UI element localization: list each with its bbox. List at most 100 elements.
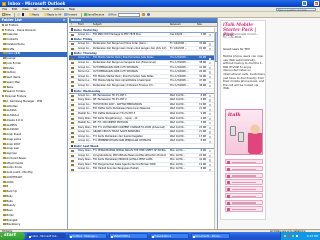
collapse-toggle-icon[interactable]: − bbox=[70, 52, 73, 55]
mail-row[interactable]: Group Co... FW: Hadiah Kuis dan Pengajuan… bbox=[69, 167, 215, 173]
taskbar-button[interactable]: Untitled - Message (... bbox=[68, 233, 107, 239]
flag-icon[interactable] bbox=[209, 159, 211, 162]
close-pane-icon[interactable]: × bbox=[63, 18, 66, 23]
mail-from: Group Co... bbox=[78, 139, 92, 143]
collapse-toggle-icon[interactable]: − bbox=[70, 89, 73, 92]
clock: 6:43 PM bbox=[306, 234, 318, 238]
mail-list-scrollbar[interactable] bbox=[214, 27, 217, 229]
tray-icon[interactable] bbox=[296, 234, 299, 237]
envelope-icon bbox=[71, 140, 74, 143]
forward-button[interactable]: Forward bbox=[63, 12, 78, 17]
flag-icon[interactable] bbox=[209, 150, 211, 153]
flag-icon[interactable] bbox=[209, 57, 211, 60]
folder-label: Sent Items bbox=[6, 76, 21, 80]
flag-icon[interactable] bbox=[209, 140, 211, 143]
envelope-icon bbox=[71, 43, 74, 46]
envelope-icon bbox=[71, 99, 74, 102]
flag-icon[interactable] bbox=[209, 71, 211, 74]
delete-button[interactable] bbox=[21, 12, 25, 17]
reply-all-button[interactable]: Reply to All bbox=[43, 12, 62, 17]
flag-icon[interactable] bbox=[209, 99, 211, 102]
tray-icon[interactable] bbox=[288, 234, 291, 237]
folder-pane: Folder List × All Folders Folders - Diana… bbox=[0, 18, 68, 229]
envelope-icon bbox=[71, 66, 74, 69]
promo-thumbnail bbox=[225, 192, 263, 199]
flag-icon[interactable] bbox=[209, 122, 211, 125]
envelope-icon bbox=[71, 57, 74, 60]
flag-icon[interactable] bbox=[209, 108, 211, 111]
address-search-input[interactable] bbox=[118, 13, 140, 17]
flag-icon[interactable] bbox=[209, 131, 211, 134]
flag-icon[interactable] bbox=[209, 66, 211, 69]
mail-size: 8 KB bbox=[200, 139, 206, 143]
mail-row[interactable]: Group Co... FW: PNR CHAT Package to PHP 7… bbox=[69, 33, 215, 38]
message-body-text: Mobile phone users can now use iTalk aut… bbox=[223, 54, 265, 91]
send-receive-button[interactable]: Send/Receive bbox=[83, 12, 105, 17]
mail-row[interactable]: Group Co... Perkenalan dari Pengurusan di… bbox=[69, 84, 215, 89]
flag-icon[interactable] bbox=[209, 33, 211, 36]
folder-pane-title: Folder List bbox=[1, 18, 22, 22]
collapse-toggle-icon[interactable]: − bbox=[70, 28, 73, 31]
mail-received: Wed 1/2/20... bbox=[170, 139, 186, 143]
folder-label: ALMPUS bbox=[6, 123, 17, 127]
tray-icon[interactable] bbox=[292, 234, 295, 237]
send-receive-label: Send/Receive bbox=[87, 13, 105, 17]
date-group-label: Date: Thursday bbox=[73, 51, 97, 56]
flag-icon[interactable] bbox=[209, 126, 211, 130]
flag-icon[interactable] bbox=[209, 62, 211, 65]
delete-icon bbox=[21, 12, 25, 16]
folder-label: ALASKA-2 bbox=[6, 114, 20, 118]
flag-icon[interactable] bbox=[209, 80, 211, 83]
flag-icon[interactable] bbox=[209, 94, 211, 97]
flag-icon[interactable] bbox=[209, 154, 211, 158]
new-label: New bbox=[5, 13, 11, 17]
flag-icon[interactable] bbox=[209, 43, 211, 46]
taskbar-button[interactable]: Presentation1 bbox=[150, 233, 189, 239]
collapse-toggle-icon[interactable]: − bbox=[70, 37, 73, 41]
mail-size: 38 KB bbox=[199, 83, 206, 87]
forward-label: Forward bbox=[67, 13, 78, 17]
folder-label: Junk E-mail bbox=[6, 61, 21, 65]
mail-from: Group Co... bbox=[78, 167, 92, 171]
folder-label: Arsip Lama bbox=[6, 137, 21, 141]
folder-label: Blackberry bbox=[6, 223, 21, 227]
folder-label: Beauty bbox=[6, 204, 16, 208]
envelope-icon bbox=[71, 159, 74, 162]
folder-label: Aspirasi bbox=[6, 152, 17, 156]
collapse-toggle-icon[interactable]: − bbox=[70, 144, 73, 148]
date-group-label: Date: Wednesday bbox=[73, 88, 101, 93]
flag-icon[interactable] bbox=[209, 85, 211, 88]
flag-icon[interactable] bbox=[209, 117, 211, 120]
help-question-box[interactable]: Type a question for help bbox=[276, 7, 316, 12]
flag-icon[interactable] bbox=[209, 164, 211, 167]
help-button[interactable] bbox=[146, 12, 151, 17]
reply-button[interactable]: Reply bbox=[28, 12, 40, 17]
flag-icon[interactable] bbox=[209, 75, 211, 79]
taskbar-button[interactable]: SNAGIT/MIS\1 bbox=[109, 233, 148, 239]
start-button[interactable]: start bbox=[0, 232, 25, 240]
flag-icon[interactable] bbox=[209, 113, 211, 116]
flag-icon[interactable] bbox=[209, 136, 211, 139]
close-button[interactable]: × bbox=[313, 1, 319, 6]
folder-label: Inbox bbox=[6, 52, 14, 56]
folder-item[interactable]: Blackberry bbox=[0, 223, 67, 228]
taskbar-button[interactable]: Inbox - Microsoft Out... bbox=[27, 233, 66, 239]
folder-icon bbox=[1, 95, 5, 98]
flag-icon[interactable] bbox=[209, 168, 211, 171]
flag-icon[interactable] bbox=[209, 103, 211, 107]
mail-row[interactable]: Group Co... FYI: PEMBERITAHUAN DARI PENJU… bbox=[69, 139, 215, 145]
find-button[interactable]: Find bbox=[107, 12, 117, 17]
flag-icon[interactable] bbox=[209, 47, 211, 51]
taskbar-button[interactable]: Document1 - Micros... bbox=[191, 233, 230, 239]
tray-icon[interactable] bbox=[284, 234, 287, 237]
envelope-icon bbox=[71, 136, 74, 139]
mail-list-pane: Inbox ! From Subject Received Size −Date… bbox=[69, 18, 218, 229]
message-greeting: Great news for TM! bbox=[223, 47, 250, 51]
window-title: Inbox - Microsoft Outlook bbox=[8, 1, 66, 6]
folder-label: Personal Folders bbox=[4, 95, 27, 99]
mail-row[interactable]: Group Co... Perkenalan dari Pengurusan mu… bbox=[69, 47, 215, 52]
new-button[interactable]: New bbox=[1, 12, 11, 17]
outlook-app-icon bbox=[2, 1, 6, 6]
minimize-button[interactable]: _ bbox=[302, 1, 307, 6]
envelope-icon bbox=[71, 117, 74, 120]
